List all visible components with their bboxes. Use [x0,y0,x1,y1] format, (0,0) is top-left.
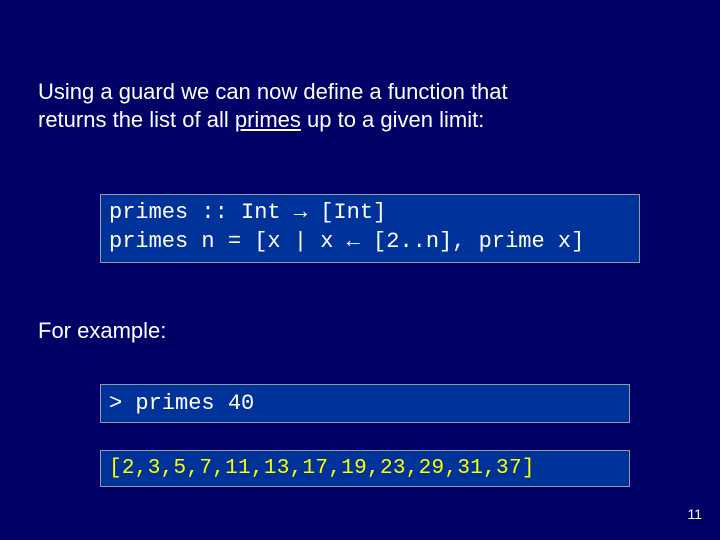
page-number: 11 [687,506,702,522]
intro-line-1a: Using a guard we can now define a functi… [38,79,508,104]
code-def-2a: primes n = [x | x [109,229,347,254]
intro-line-1c: up to a given limit: [301,107,484,132]
code-def-2b: [2..n], prime x] [360,229,584,254]
code-definition-box: primes :: Int → [Int] primes n = [x | x … [100,194,640,263]
code-call-box: > primes 40 [100,384,630,423]
arrow-left-icon: ← [347,229,360,254]
code-call-text: > primes 40 [109,391,254,416]
code-def-1b: [Int] [307,200,386,225]
arrow-right-icon: → [294,200,307,225]
code-result-box: [2,3,5,7,11,13,17,19,23,29,31,37] [100,450,630,487]
code-def-line-2: primes n = [x | x ← [2..n], prime x] [109,228,631,257]
for-example-label: For example: [38,318,166,344]
code-def-line-1: primes :: Int → [Int] [109,199,631,228]
primes-underlined: primes [235,107,301,132]
slide: Using a guard we can now define a functi… [0,0,720,540]
intro-paragraph: Using a guard we can now define a functi… [38,78,668,133]
code-result-text: [2,3,5,7,11,13,17,19,23,29,31,37] [109,457,535,480]
intro-line-1b: returns the list of all [38,107,235,132]
code-def-1a: primes :: Int [109,200,294,225]
